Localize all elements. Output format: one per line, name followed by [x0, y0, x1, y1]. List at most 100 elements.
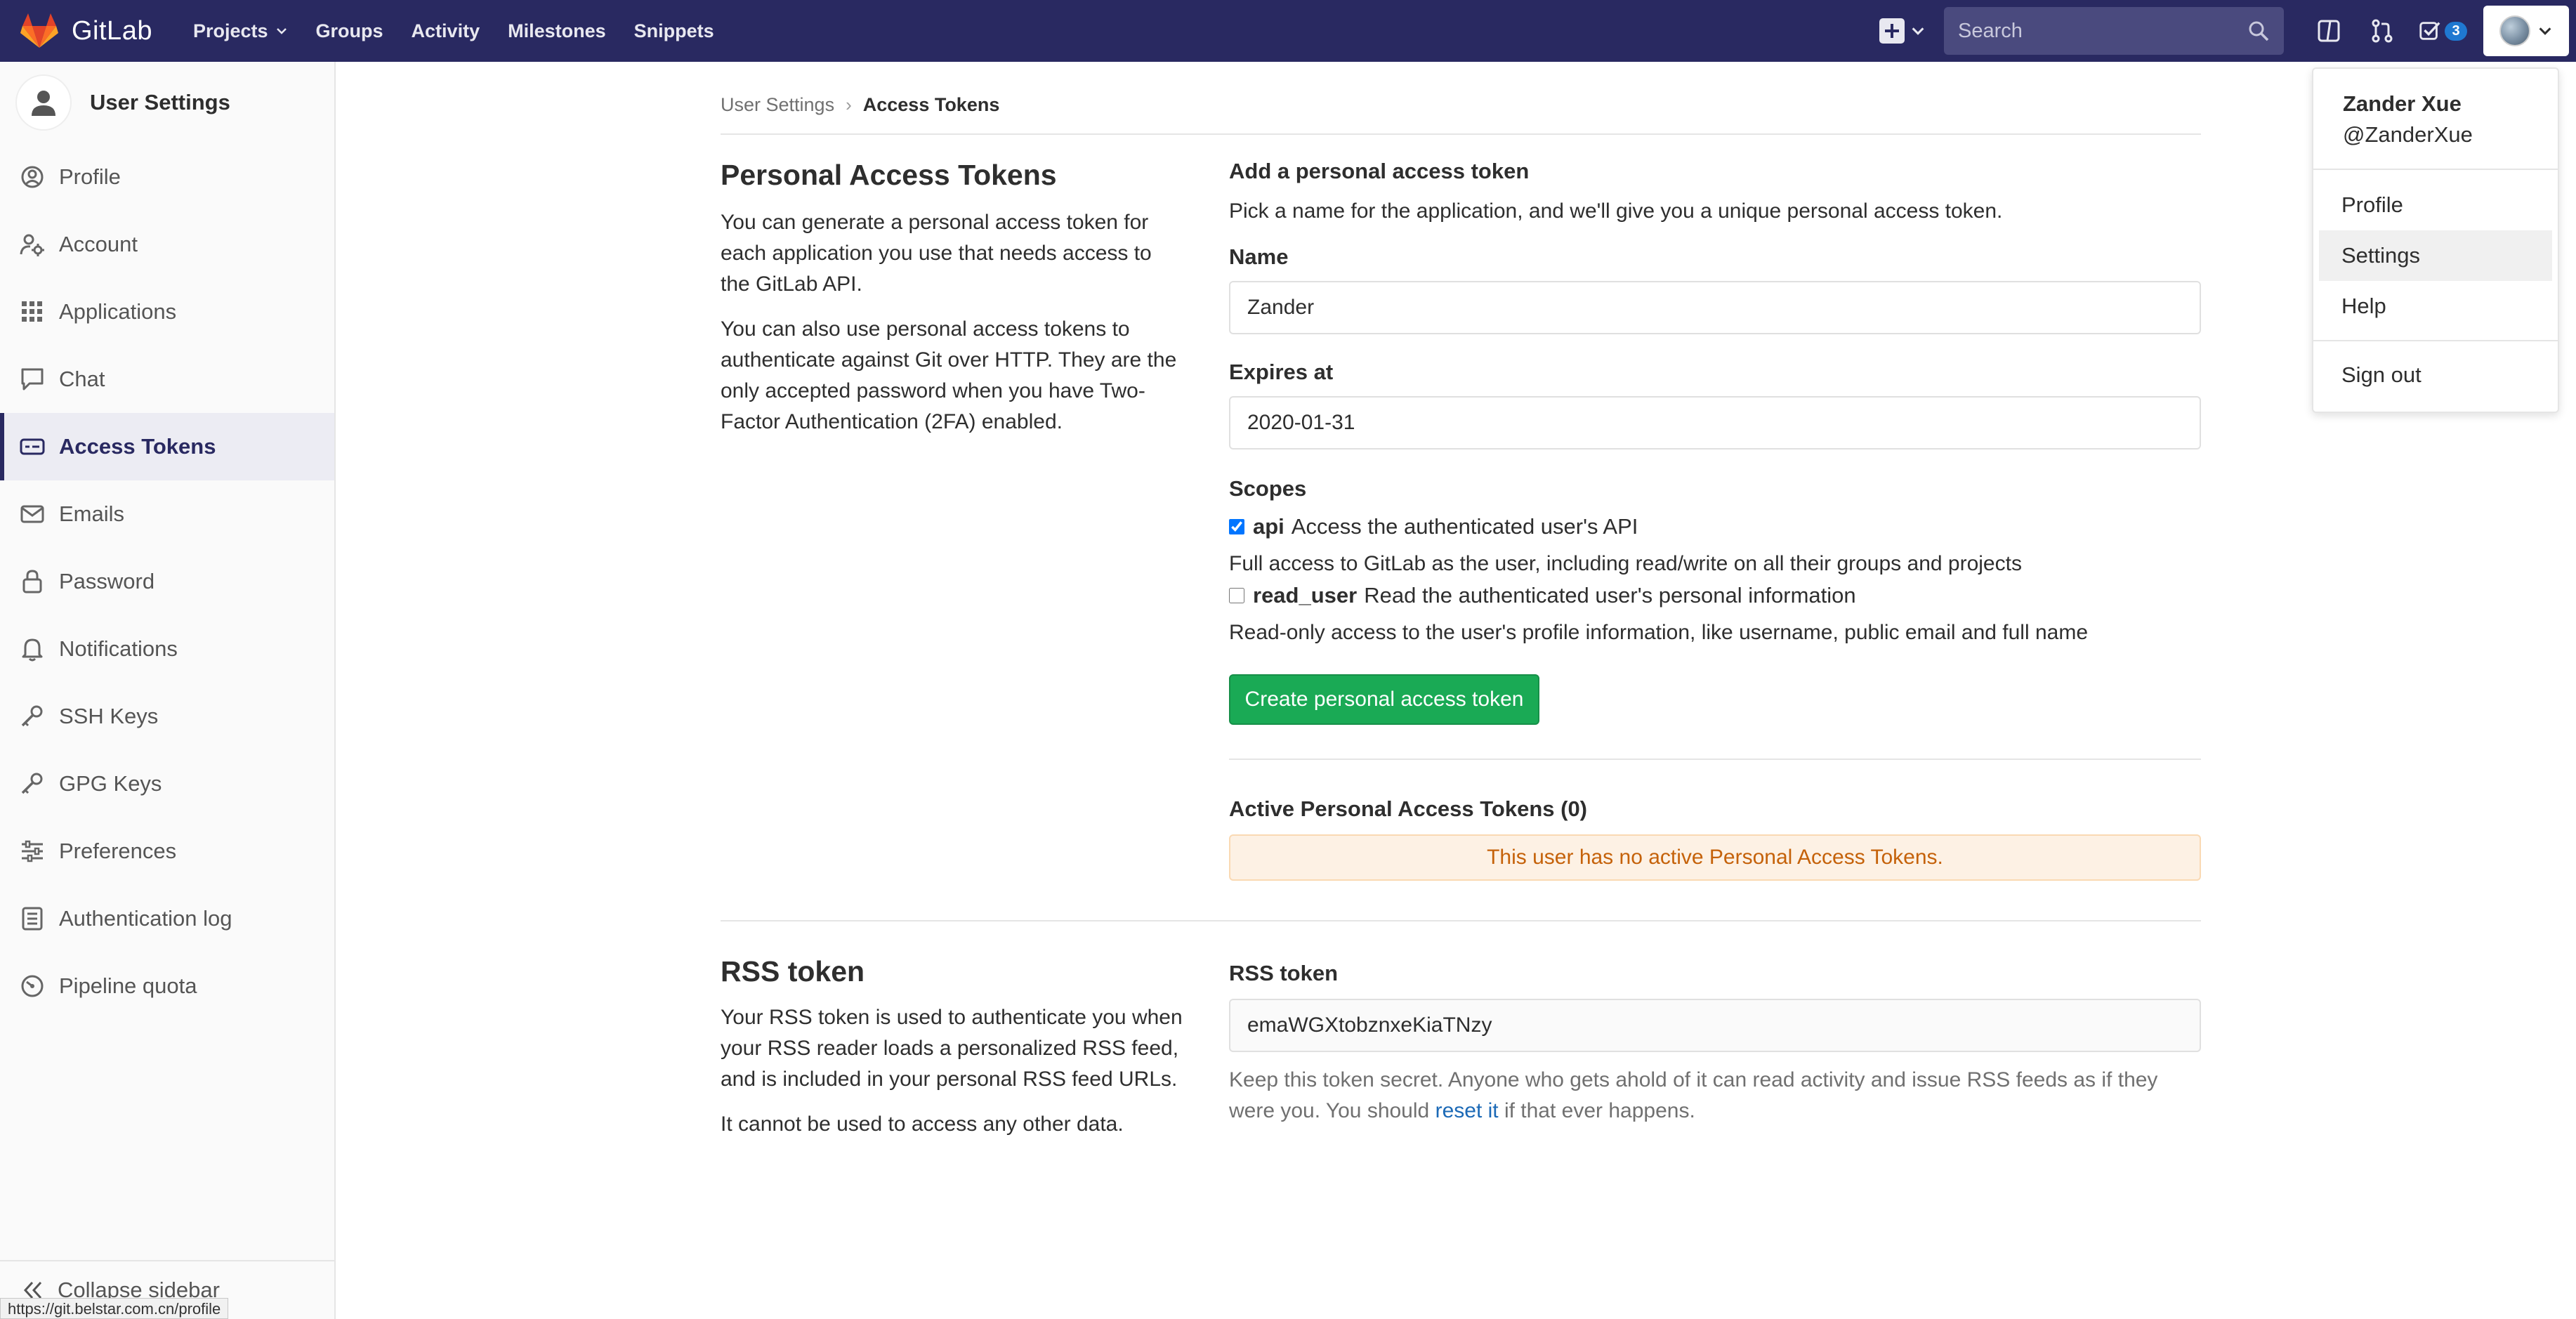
nav-link-label: Projects [192, 20, 268, 41]
scope-description: Read the authenticated user's personal i… [1364, 583, 1856, 608]
create-token-button[interactable]: Create personal access token [1229, 674, 1539, 725]
sidebar-item-emails[interactable]: Emails [0, 480, 334, 548]
todos-button[interactable]: 3 [2409, 0, 2476, 62]
expires-at-label: Expires at [1229, 360, 1334, 384]
rss-description-column: RSS token Your RSS token is used to auth… [721, 955, 1184, 1140]
dropdown-item-help[interactable]: Help [2319, 281, 2552, 332]
rss-heading: RSS token [721, 955, 865, 987]
sidebar-item-label: Preferences [59, 839, 177, 863]
key-icon [21, 705, 43, 727]
sidebar-item-label: Applications [59, 299, 177, 324]
sidebar-panel-icon [2318, 20, 2340, 42]
list-icon [22, 907, 43, 931]
reset-rss-token-link[interactable]: reset it [1435, 1099, 1499, 1122]
pat-desc-2: You can also use personal access tokens … [721, 317, 1177, 433]
breadcrumb: User Settings › Access Tokens [721, 76, 2201, 135]
search-input[interactable] [1958, 19, 2247, 43]
sidebar-item-label: Access Tokens [59, 434, 216, 459]
nav-link-groups[interactable]: Groups [316, 0, 383, 62]
nav-links: Projects Groups Activity Milestones Snip… [193, 0, 742, 62]
nav-link-snippets[interactable]: Snippets [634, 0, 714, 62]
scopes-label: Scopes [1229, 476, 1307, 501]
applications-grid-icon [22, 301, 42, 322]
token-icon [20, 438, 45, 455]
name-label: Name [1229, 244, 1289, 269]
gitlab-logo[interactable]: GitLab [20, 0, 152, 62]
sidebar-toggle-button[interactable] [2302, 0, 2355, 62]
nav-link-projects[interactable]: Projects [193, 0, 288, 62]
no-active-tokens-alert: This user has no active Personal Access … [1229, 834, 2201, 881]
user-menu-button[interactable] [2483, 6, 2569, 56]
sidebar-item-password[interactable]: Password [0, 548, 334, 615]
expires-at-input[interactable] [1229, 396, 2201, 449]
rss-token-hint: Keep this token secret. Anyone who gets … [1229, 1065, 2201, 1127]
scope-api-detail: Full access to GitLab as the user, inclu… [1229, 552, 2022, 575]
dropdown-divider [2313, 169, 2558, 170]
add-token-heading: Add a personal access token [1229, 159, 1530, 183]
nav-link-activity[interactable]: Activity [412, 0, 480, 62]
scope-read-user-detail: Read-only access to the user's profile i… [1229, 621, 2088, 644]
breadcrumb-current[interactable]: Access Tokens [863, 94, 1000, 116]
sidebar-item-ssh-keys[interactable]: SSH Keys [0, 683, 334, 750]
dropdown-item-sign-out[interactable]: Sign out [2319, 350, 2552, 400]
rss-hint-text-end: if that ever happens. [1504, 1099, 1695, 1122]
rss-token-label: RSS token [1229, 961, 1339, 985]
sidebar-item-label: Authentication log [59, 906, 232, 931]
section-divider [721, 920, 2201, 921]
gauge-icon [21, 975, 44, 997]
sidebar-item-access-tokens[interactable]: Access Tokens [0, 413, 334, 480]
pat-description-column: Personal Access Tokens You can generate … [721, 159, 1184, 438]
todo-check-icon [2419, 22, 2440, 40]
sidebar-header[interactable]: User Settings [0, 62, 334, 143]
dropdown-item-profile[interactable]: Profile [2319, 180, 2552, 230]
sliders-icon [22, 840, 43, 862]
email-icon [20, 505, 44, 523]
rss-token-column: RSS token Keep this token secret. Anyone… [1229, 961, 2201, 1127]
navbar-right: 3 [1879, 0, 2576, 62]
sidebar-item-label: GPG Keys [59, 771, 162, 796]
sidebar-item-preferences[interactable]: Preferences [0, 818, 334, 885]
dropdown-item-settings[interactable]: Settings [2319, 230, 2552, 281]
breadcrumb-parent-link[interactable]: User Settings [721, 94, 834, 116]
user-dropdown-menu: Zander Xue @ZanderXue Profile Settings H… [2312, 67, 2559, 413]
active-tokens-heading: Active Personal Access Tokens (0) [1229, 796, 1588, 821]
sidebar-title: User Settings [90, 90, 230, 114]
sidebar-item-pipeline-quota[interactable]: Pipeline quota [0, 952, 334, 1020]
sidebar-item-account[interactable]: Account [0, 211, 334, 278]
sidebar-item-notifications[interactable]: Notifications [0, 615, 334, 683]
merge-request-icon [2372, 19, 2393, 43]
sidebar-item-label: SSH Keys [59, 704, 159, 728]
settings-sidebar: User Settings Profile Account Applicatio… [0, 62, 336, 1319]
sidebar-item-label: Pipeline quota [59, 973, 197, 998]
user-avatar [2499, 15, 2530, 46]
pat-heading: Personal Access Tokens [721, 159, 1057, 191]
dropdown-username: @ZanderXue [2343, 122, 2473, 147]
scope-api-checkbox[interactable] [1229, 519, 1244, 534]
rss-token-field[interactable] [1229, 999, 2201, 1052]
active-tokens-section: Active Personal Access Tokens (0) This u… [1229, 796, 2201, 881]
lock-icon [22, 570, 42, 593]
nav-link-milestones[interactable]: Milestones [508, 0, 606, 62]
breadcrumb-separator-icon: › [846, 93, 852, 115]
sidebar-item-gpg-keys[interactable]: GPG Keys [0, 750, 334, 818]
sidebar-item-applications[interactable]: Applications [0, 278, 334, 346]
gitlab-wordmark: GitLab [72, 15, 152, 46]
sidebar-item-label: Emails [59, 501, 125, 526]
chat-icon [21, 368, 44, 391]
scope-name: read_user [1253, 583, 1358, 608]
sidebar-avatar [15, 74, 72, 131]
sidebar-item-label: Password [59, 569, 155, 593]
sidebar-item-authentication-log[interactable]: Authentication log [0, 885, 334, 952]
sidebar-item-profile[interactable]: Profile [0, 143, 334, 211]
rss-desc-2: It cannot be used to access any other da… [721, 1113, 1124, 1136]
top-navbar: GitLab Projects Groups Activity Mileston… [0, 0, 2576, 62]
dropdown-divider [2313, 340, 2558, 341]
new-dropdown-button[interactable] [1879, 18, 1926, 44]
search-icon[interactable] [2247, 20, 2270, 42]
scope-read-user-checkbox[interactable] [1229, 588, 1244, 603]
scope-read-user-row: read_user Read the authenticated user's … [1229, 583, 2201, 608]
token-name-input[interactable] [1229, 281, 2201, 334]
merge-requests-button[interactable] [2355, 0, 2409, 62]
rss-desc-1: Your RSS token is used to authenticate y… [721, 1006, 1183, 1091]
sidebar-item-chat[interactable]: Chat [0, 346, 334, 413]
